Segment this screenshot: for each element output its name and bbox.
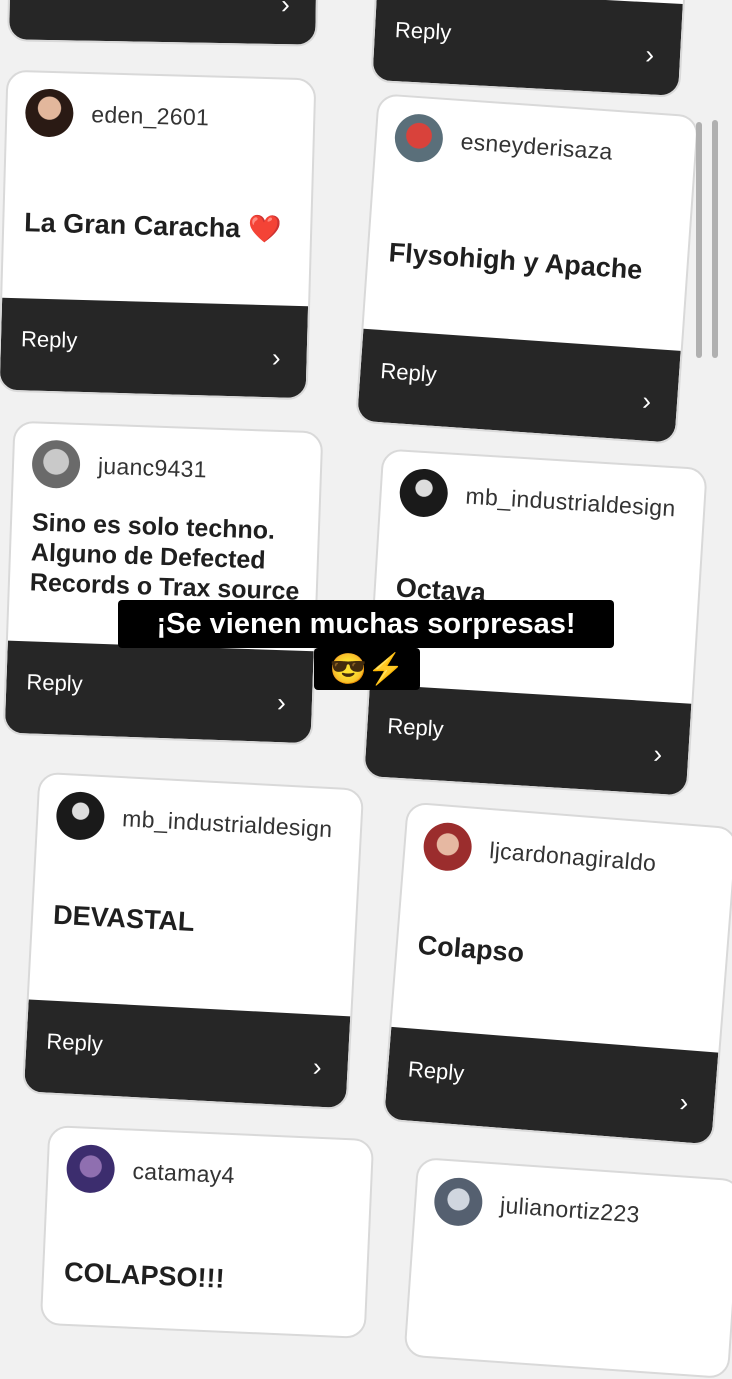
comment-text: COLAPSO!!! <box>63 1256 226 1294</box>
reply-label: Reply <box>407 1056 466 1086</box>
story-caption: ¡Se vienen muchas sorpresas! <box>118 600 614 648</box>
reply-label: Reply <box>379 358 438 387</box>
username: eden_2601 <box>91 100 210 130</box>
chevron-right-icon: › <box>678 1086 690 1118</box>
reply-button[interactable]: Reply › <box>4 640 314 744</box>
reply-button[interactable]: Reply › <box>357 328 681 443</box>
reply-button[interactable]: Reply › <box>23 999 351 1109</box>
chevron-right-icon: › <box>644 39 655 70</box>
chevron-right-icon: › <box>312 1051 323 1082</box>
reply-button[interactable]: Reply › <box>0 297 309 399</box>
username: mb_industrialdesign <box>464 482 677 521</box>
avatar <box>393 112 445 164</box>
username: mb_industrialdesign <box>121 804 334 842</box>
reply-label: Reply <box>394 17 452 45</box>
username: ljcardonagiraldo <box>488 836 658 876</box>
comment-text: La Gran Caracha ❤️ <box>23 207 282 245</box>
avatar <box>421 820 474 873</box>
reply-label: Reply <box>45 1028 104 1057</box>
comment-text: DEVASTAL <box>52 899 196 938</box>
avatar <box>31 439 81 490</box>
comment-text: Sino es solo techno. Alguno de Defected … <box>29 508 300 606</box>
chevron-right-icon: › <box>280 0 291 20</box>
avatar <box>65 1143 116 1194</box>
comment-card: julianortiz223 <box>403 1156 732 1379</box>
username: juanc9431 <box>97 452 208 482</box>
comment-text: Colapso <box>416 929 526 969</box>
reply-label: Reply <box>20 326 78 353</box>
comment-card: juanc9431 Sino es solo techno. Alguno de… <box>2 420 324 746</box>
scrollbar[interactable] <box>696 122 702 358</box>
chevron-right-icon: › <box>271 342 282 373</box>
reply-button[interactable]: › <box>9 0 317 45</box>
comment-card: eden_2601 La Gran Caracha ❤️ Reply › <box>0 69 317 401</box>
comment-card: mb_industrialdesign DEVASTAL Reply › <box>21 771 365 1111</box>
reply-button[interactable]: Reply › <box>372 0 683 96</box>
chevron-right-icon: › <box>652 738 664 769</box>
scrollbar[interactable] <box>712 120 718 358</box>
partial-card-top-right: Reply › <box>370 0 688 99</box>
reply-button[interactable]: Reply › <box>364 684 692 796</box>
avatar <box>55 790 106 842</box>
username: esneyderisaza <box>459 127 614 165</box>
comment-card: ljcardonagiraldo Colapso Reply › <box>381 801 732 1147</box>
reply-label: Reply <box>26 669 84 697</box>
chevron-right-icon: › <box>641 385 653 416</box>
chevron-right-icon: › <box>276 687 287 718</box>
comment-text: Flysohigh y Apache <box>387 237 644 286</box>
username: julianortiz223 <box>499 1191 641 1227</box>
avatar <box>24 88 75 138</box>
partial-card-top-left: › <box>7 0 319 47</box>
reply-label: Reply <box>386 713 445 742</box>
avatar <box>398 467 450 519</box>
username: catamay4 <box>132 1157 236 1188</box>
avatar <box>432 1176 484 1228</box>
comment-card: catamay4 COLAPSO!!! <box>39 1124 375 1340</box>
reply-button[interactable]: Reply › <box>384 1026 719 1145</box>
story-caption-emoji: 😎⚡ <box>314 648 420 690</box>
comment-card: esneyderisaza Flysohigh y Apache Reply › <box>354 93 700 445</box>
comment-text <box>430 1288 715 1308</box>
